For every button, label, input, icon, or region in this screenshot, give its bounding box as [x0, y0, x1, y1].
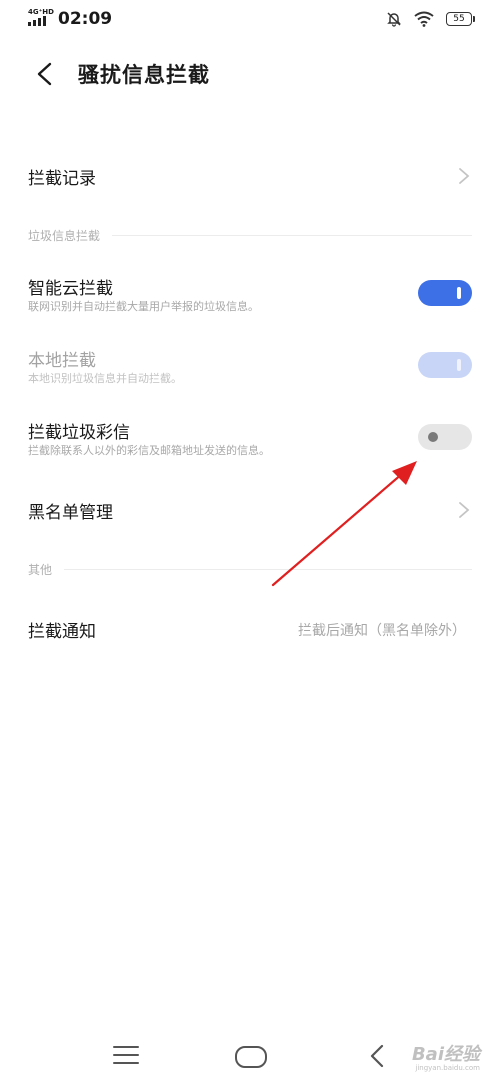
smart-cloud-label: 智能云拦截 [28, 279, 113, 299]
back-icon[interactable] [368, 1044, 386, 1068]
spam-mms-label: 拦截垃圾彩信 [28, 423, 130, 443]
smart-cloud-desc: 联网识别并自动拦截大量用户举报的垃圾信息。 [28, 300, 259, 313]
mute-bell-icon [387, 12, 401, 27]
local-intercept-label: 本地拦截 [28, 351, 96, 371]
smart-cloud-toggle[interactable] [418, 280, 472, 306]
intercept-log-row[interactable]: 拦截记录 [0, 150, 500, 202]
local-intercept-toggle[interactable] [418, 352, 472, 378]
local-intercept-desc: 本地识别垃圾信息并自动拦截。 [28, 372, 182, 385]
menu-icon[interactable] [113, 1046, 139, 1066]
watermark-logo: Bai经验 jingyan.baidu.com [412, 1040, 480, 1072]
spam-mms-desc: 拦截除联系人以外的彩信及邮箱地址发送的信息。 [28, 444, 270, 457]
notify-value: 拦截后通知（黑名单除外） [298, 623, 466, 639]
section-divider [112, 235, 472, 236]
annotation-arrow [271, 461, 417, 587]
status-bar: 4G⁺HD 02:09 55 [0, 0, 500, 40]
battery-level: 55 [453, 14, 465, 24]
system-nav-bar: Bai经验 jingyan.baidu.com [0, 1030, 500, 1084]
home-icon[interactable] [235, 1046, 267, 1068]
watermark-url: jingyan.baidu.com [415, 1064, 480, 1072]
battery-icon: 55 [446, 12, 475, 26]
app-header: 骚扰信息拦截 [0, 50, 500, 96]
local-intercept-row: 本地拦截 本地识别垃圾信息并自动拦截。 [0, 340, 500, 392]
page-title: 骚扰信息拦截 [78, 63, 210, 87]
notify-row[interactable]: 拦截通知 拦截后通知（黑名单除外） [0, 604, 500, 656]
section-title-spam: 垃圾信息拦截 [28, 229, 101, 243]
wifi-icon [414, 11, 434, 27]
intercept-log-label: 拦截记录 [28, 169, 96, 189]
section-title-other: 其他 [28, 563, 53, 577]
signal-icon: 4G⁺HD [28, 8, 54, 28]
chevron-left-icon[interactable] [34, 62, 56, 86]
status-time: 02:09 [58, 9, 113, 29]
smart-cloud-row: 智能云拦截 联网识别并自动拦截大量用户举报的垃圾信息。 [0, 268, 500, 320]
watermark-text: Bai经验 [411, 1044, 480, 1065]
notify-label: 拦截通知 [28, 622, 96, 642]
chevron-right-icon [459, 168, 470, 184]
network-type: 4G⁺HD [28, 8, 54, 16]
blacklist-label: 黑名单管理 [28, 503, 113, 523]
spam-mms-toggle[interactable] [418, 424, 472, 450]
chevron-right-icon [459, 502, 470, 518]
